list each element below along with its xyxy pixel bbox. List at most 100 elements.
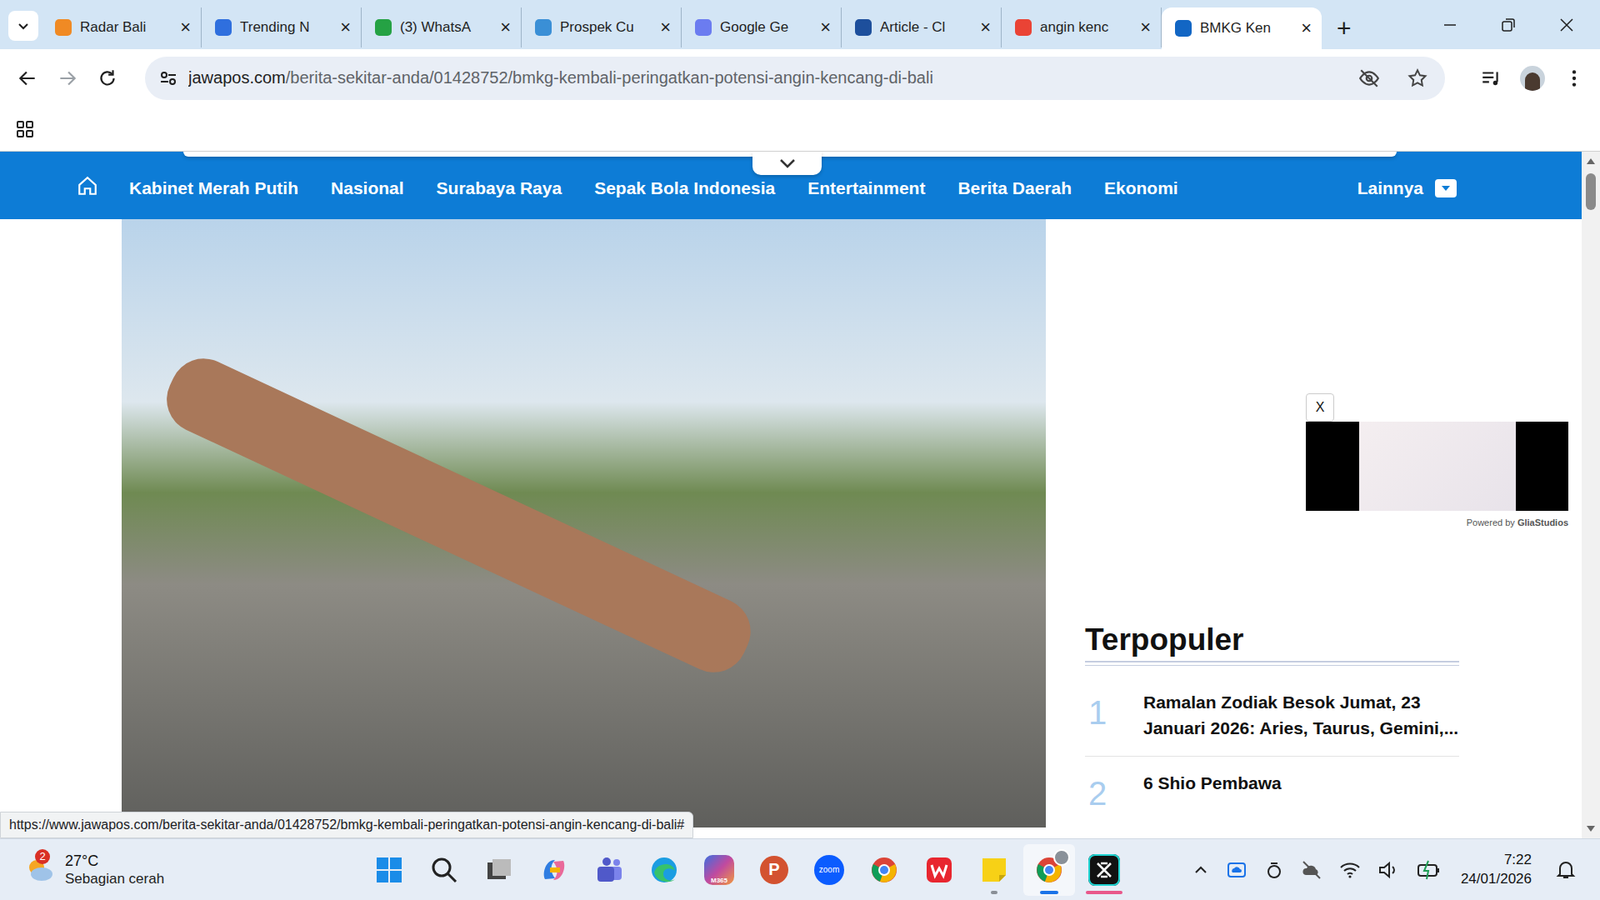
popular-item[interactable]: 2 6 Shio Pembawa (1085, 756, 1460, 825)
browser-tab[interactable]: Article - Cl × (841, 7, 1002, 48)
show-hidden-icon[interactable] (1192, 861, 1210, 879)
tab-close-button[interactable]: × (180, 18, 191, 37)
address-bar[interactable]: jawapos.com/berita-sekitar-anda/01428752… (145, 56, 1445, 100)
star-icon[interactable] (1406, 67, 1429, 90)
close-window-icon[interactable] (1558, 16, 1575, 34)
battery-charging-icon[interactable] (1415, 859, 1441, 881)
scroll-up-icon[interactable] (1585, 156, 1596, 165)
zoom-icon: zoom (814, 855, 845, 885)
restore-icon[interactable] (1500, 16, 1517, 34)
cloud-off-icon[interactable] (1300, 859, 1323, 881)
browser-tab[interactable]: (3) WhatsA × (361, 7, 522, 48)
tab-search-button[interactable] (8, 10, 39, 41)
popular-rank: 1 (1085, 689, 1110, 741)
tab-close-button[interactable]: × (500, 18, 511, 37)
ad-powered-by: Powered by GliaStudios (1305, 510, 1569, 528)
tab-close-button[interactable]: × (1140, 18, 1151, 37)
taskbar-app[interactable]: zoom (803, 844, 855, 896)
window-controls (1441, 16, 1600, 34)
cloud-sync-icon[interactable] (1225, 859, 1248, 881)
browser-tab[interactable]: Trending N × (201, 7, 362, 48)
dropdown-icon (1435, 179, 1457, 198)
favicon-icon (855, 19, 872, 36)
eye-off-icon[interactable] (1358, 67, 1380, 90)
nav-item[interactable]: Kabinet Merah Putih (129, 173, 299, 199)
new-tab-button[interactable]: + (1336, 15, 1352, 41)
taskbar-app[interactable] (913, 844, 965, 896)
task-view-icon (485, 855, 514, 885)
capcut-icon (1088, 854, 1120, 886)
browser-tab[interactable]: BMKG Ken × (1161, 7, 1322, 50)
tab-close-button[interactable]: × (820, 18, 831, 37)
tab-label: Article - Cl (880, 19, 972, 36)
notifications-icon[interactable] (1555, 859, 1577, 881)
scrollbar[interactable] (1581, 151, 1600, 839)
clock[interactable]: 7:22 24/01/2026 (1460, 850, 1532, 890)
weather-widget[interactable]: 2 27°C Sebagian cerah (0, 851, 362, 889)
forward-arrow-icon[interactable] (56, 67, 79, 90)
nav-item[interactable]: Nasional (330, 173, 405, 199)
profile-avatar-icon[interactable] (1520, 65, 1545, 91)
apps-grid-icon[interactable] (15, 119, 35, 140)
windows-start-icon (375, 855, 404, 885)
home-icon[interactable] (76, 175, 99, 197)
popular-title: Terpopuler (1085, 623, 1460, 658)
nav-item[interactable]: Ekonomi (1104, 173, 1179, 199)
taskbar-app[interactable] (418, 844, 470, 896)
chevron-down-icon (778, 157, 797, 170)
photo-tree-trunk (155, 347, 762, 684)
taskbar-app[interactable]: P (748, 844, 800, 896)
favicon-icon (375, 19, 392, 36)
taskbar-app[interactable] (1078, 844, 1130, 896)
tab-close-button[interactable]: × (1300, 19, 1312, 38)
ad-close-button[interactable]: X (1305, 393, 1335, 422)
taskbar-app[interactable] (583, 844, 635, 896)
weather-description: Sebagian cerah (65, 870, 165, 888)
back-arrow-icon[interactable] (16, 67, 39, 90)
taskbar-app[interactable] (528, 844, 580, 896)
browser-tab[interactable]: Google Ge × (681, 7, 842, 48)
tab-close-button[interactable]: × (980, 18, 991, 37)
m365-icon: M365 (704, 855, 735, 885)
browser-tab[interactable]: Prospek Cu × (521, 7, 682, 48)
nav-item[interactable]: Berita Daerah (957, 173, 1072, 199)
wifi-icon[interactable] (1339, 859, 1361, 881)
popular-item[interactable]: 1 Ramalan Zodiak Besok Jumat, 23 Januari… (1085, 665, 1460, 757)
nav-item[interactable]: Sepak Bola Indonesia (594, 173, 775, 199)
media-icon[interactable] (1480, 67, 1502, 90)
nav-more[interactable]: Lainnya (1357, 173, 1457, 199)
site-info-icon[interactable] (158, 68, 179, 89)
chevron-down-icon (15, 17, 32, 35)
ad-player[interactable] (1305, 421, 1569, 511)
taskbar-app[interactable] (473, 844, 525, 896)
nav-item[interactable]: Entertainment (807, 173, 925, 199)
browser-tab[interactable]: angin kenc × (1001, 7, 1162, 48)
location-icon[interactable] (1264, 860, 1285, 880)
page-viewport: Kabinet Merah Putih Nasional Surabaya Raya… (0, 151, 1582, 839)
scroll-thumb[interactable] (1585, 173, 1596, 210)
nav-item[interactable]: Surabaya Raya (436, 173, 563, 199)
edge-icon (650, 855, 679, 885)
volume-icon[interactable] (1377, 859, 1400, 881)
taskbar-app[interactable]: M365 (693, 844, 745, 896)
taskbar-app[interactable] (363, 844, 415, 896)
weather-temperature: 27°C (65, 851, 165, 871)
reload-icon[interactable] (96, 67, 119, 90)
sticky-notes-icon (980, 855, 1009, 885)
menu-kebab-icon[interactable] (1563, 67, 1585, 90)
video-ad-widget: X Powered by GliaStudios (1305, 393, 1569, 528)
popular-headline: Ramalan Zodiak Besok Jumat, 23 Januari 2… (1143, 689, 1460, 741)
tab-close-button[interactable]: × (660, 18, 671, 37)
minimize-icon[interactable] (1441, 16, 1459, 34)
tab-close-button[interactable]: × (340, 18, 351, 37)
header-toggle[interactable] (752, 151, 822, 175)
chrome-icon (1035, 855, 1064, 885)
scroll-down-icon[interactable] (1585, 825, 1596, 834)
taskbar-app[interactable] (1023, 844, 1075, 896)
toolbar: jawapos.com/berita-sekitar-anda/01428752… (0, 49, 1600, 107)
taskbar-app[interactable] (858, 844, 910, 896)
taskbar-app[interactable] (638, 844, 690, 896)
article-photo (121, 219, 1046, 828)
taskbar-app[interactable] (968, 844, 1020, 896)
browser-tab[interactable]: Radar Bali × (41, 7, 202, 48)
